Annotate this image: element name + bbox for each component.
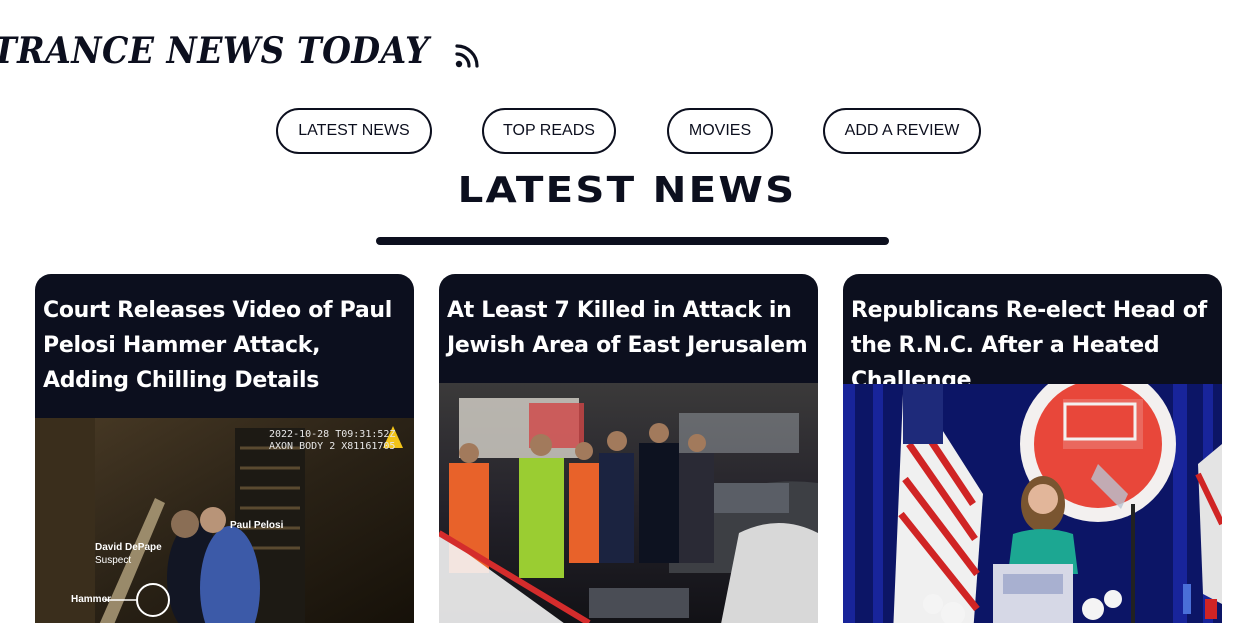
video-timestamp: 2022-10-28 T09:31:52Z — [269, 429, 396, 440]
label-suspect-name: David DePape — [95, 542, 162, 553]
video-camera-id: AXON BODY 2 X81161705 — [269, 441, 396, 452]
site-title[interactable]: TRANCE NEWS TODAY — [0, 30, 429, 72]
article-image[interactable] — [843, 384, 1222, 623]
article-title[interactable]: Republicans Re-elect Head of the R.N.C. … — [843, 274, 1222, 398]
rss-icon — [453, 40, 483, 70]
article-card[interactable]: Republicans Re-elect Head of the R.N.C. … — [843, 274, 1222, 623]
nav-latest-news-button[interactable]: LATEST NEWS — [276, 108, 432, 154]
label-weapon: Hammer — [71, 594, 112, 605]
label-victim: Paul Pelosi — [230, 520, 284, 531]
article-image[interactable] — [439, 383, 818, 623]
section-title: LATEST NEWS — [457, 170, 797, 211]
main-nav: LATEST NEWS TOP READS MOVIES ADD A REVIE… — [0, 108, 1254, 154]
article-title[interactable]: Court Releases Video of Paul Pelosi Hamm… — [35, 274, 414, 398]
nav-movies-button[interactable]: MOVIES — [667, 108, 773, 154]
site-brand[interactable]: TRANCE NEWS TODAY — [0, 30, 483, 72]
article-title[interactable]: At Least 7 Killed in Attack in Jewish Ar… — [439, 274, 818, 363]
article-card[interactable]: Court Releases Video of Paul Pelosi Hamm… — [35, 274, 414, 623]
article-card[interactable]: At Least 7 Killed in Attack in Jewish Ar… — [439, 274, 818, 623]
nav-top-reads-button[interactable]: TOP READS — [482, 108, 616, 154]
title-divider — [376, 237, 889, 245]
label-suspect-role: Suspect — [95, 555, 132, 566]
nav-add-review-button[interactable]: ADD A REVIEW — [823, 108, 981, 154]
